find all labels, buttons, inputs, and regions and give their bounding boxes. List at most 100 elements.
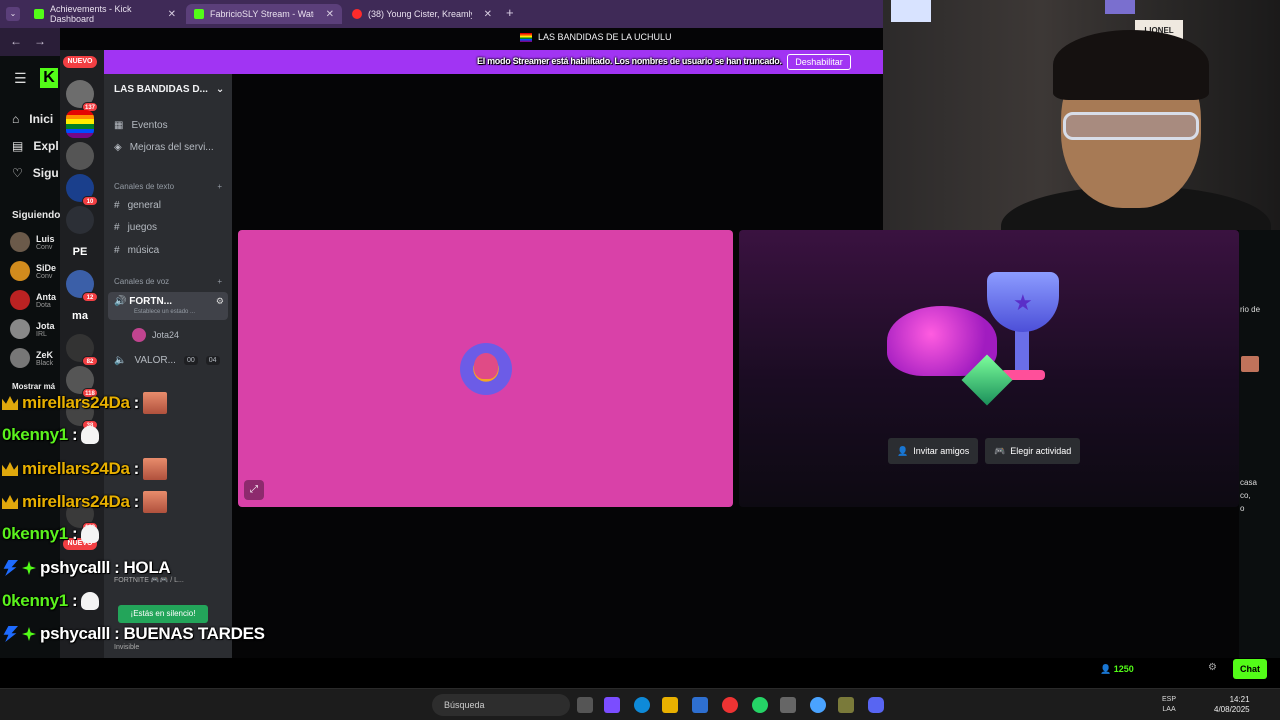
chat-text: BUENAS TARDES [123,624,265,643]
kick-nav-explore[interactable]: ▤ Expl [12,139,59,153]
close-icon[interactable]: ✕ [326,9,334,20]
invite-friends-button[interactable]: 👤 Invitar amigos [888,438,979,464]
heart-icon: ♡ [12,166,23,180]
voice-participant[interactable]: Jota24 [132,328,179,342]
server-icon[interactable]: 82 [66,334,98,366]
chrome-icon[interactable] [722,697,738,713]
add-user-icon: 👤 [897,445,909,456]
server-icon[interactable]: 12 [66,270,98,302]
server-icon[interactable] [66,206,94,234]
avatar [10,261,30,281]
channel-general[interactable]: # general [114,200,161,211]
disable-streamer-button[interactable]: Deshabilitar [787,54,851,70]
browser-icon[interactable] [810,697,826,713]
avatar [132,328,146,342]
discord-icon[interactable] [868,697,884,713]
home-icon: ⌂ [12,112,20,126]
rainbow-flag-icon [520,32,532,42]
chat-fragment: rio de [1240,305,1261,314]
kick-nav-home[interactable]: ⌂ Inici [12,112,53,126]
followed-channel[interactable]: Luis Conv [10,232,55,252]
chat-emote [143,491,167,513]
kick-chat-edge [1239,230,1280,680]
chat-message: 0kenny1: [2,524,100,544]
gear-icon[interactable]: ⚙ [1208,662,1217,673]
forward-icon[interactable]: → [34,34,46,48]
voice-channel-valor[interactable]: 🔈 VALOR... 00 04 [114,355,220,366]
browser-nav: ← → [0,28,60,56]
settings-icon[interactable]: ⚙ [216,296,224,307]
chat-username[interactable]: mirellars24Da [22,459,130,479]
voice-participant-tile[interactable]: ⤢ [238,230,733,507]
chat-separator: : [133,393,140,412]
hash-icon: # [114,200,120,211]
hamburger-icon[interactable]: ☰ [14,70,27,87]
chat-username[interactable]: 0kenny1 [2,425,68,445]
chat-username[interactable]: 0kenny1 [2,524,68,544]
close-icon[interactable]: ✕ [484,9,492,20]
server-icon[interactable]: 137 [66,80,98,112]
discord-title: LAS BANDIDAS DE LA UCHULU [520,32,672,42]
plus-icon[interactable]: + [217,277,222,286]
new-tab-icon[interactable]: + [506,5,514,20]
calendar-icon: ▦ [114,120,124,131]
language-indicator[interactable]: ESP LAA [1162,695,1176,715]
star-icon: ★ [1013,290,1033,315]
chat-message: pshycalll: HOLA [2,558,171,578]
text-category[interactable]: Canales de texto + [114,182,222,191]
channel-juegos[interactable]: # juegos [114,222,157,233]
plus-icon[interactable]: + [217,182,222,191]
chat-separator: : [133,459,140,478]
tab-kick-dashboard[interactable]: Achievements - Kick Dashboard ✕ [26,4,184,24]
server-icon-current[interactable] [66,110,94,138]
chat-separator: : [71,524,78,543]
edge-icon[interactable] [634,697,650,713]
chat-button[interactable]: Chat [1233,659,1267,679]
copilot-icon[interactable] [604,697,620,713]
channel-musica[interactable]: # música [114,245,159,256]
voice-channel-active[interactable]: 🔊 FORTN... Establece un estado ... ⚙ [108,292,228,320]
server-icon[interactable] [66,142,94,170]
back-icon[interactable]: ← [10,34,22,48]
chat-username[interactable]: pshycalll [40,558,110,578]
followed-channel[interactable]: Anta Dota [10,290,56,310]
voice-category[interactable]: Canales de voz + [114,277,222,286]
chat-username[interactable]: pshycalll [40,624,110,644]
screen: ⌄ Achievements - Kick Dashboard ✕ Fabric… [0,0,1280,720]
server-icon[interactable]: 10 [66,174,98,206]
glasses [1063,112,1199,140]
chat-username[interactable]: 0kenny1 [2,591,68,611]
followed-channel[interactable]: Jota IRL [10,319,55,339]
followed-channel[interactable]: ZeK Black [10,348,53,368]
chat-username[interactable]: mirellars24Da [22,492,130,512]
pop-out-icon[interactable]: ⤢ [244,480,264,500]
guild-header[interactable]: LAS BANDIDAS D... ⌄ [114,84,224,95]
chat-username[interactable]: mirellars24Da [22,393,130,413]
app-icon[interactable] [780,697,796,713]
task-view-icon[interactable] [577,697,593,713]
tab-youtube[interactable]: (38) Young Cister, Kreamly - Ol ✕ [344,4,500,24]
hash-icon: # [114,245,120,256]
server-icon[interactable]: PE [66,238,94,266]
whatsapp-icon[interactable] [752,697,768,713]
taskbar-search[interactable]: Búsqueda [432,694,570,716]
nav-boosts[interactable]: ◈ Mejoras del servi... [114,142,214,153]
store-icon[interactable] [692,697,708,713]
tab-menu-icon[interactable]: ⌄ [6,7,20,21]
show-more-link[interactable]: Mostrar má [12,382,55,391]
nav-events[interactable]: ▦ Eventos [114,120,168,131]
kick-nav-following[interactable]: ♡ Sigu [12,166,59,180]
hash-icon: # [114,222,120,233]
chat-fragment: co, [1240,491,1251,500]
choose-activity-button[interactable]: 🎮 Elegir actividad [985,438,1081,464]
tab-fabriciosly-stream[interactable]: FabricioSLY Stream - Watch Live ✕ [186,4,342,24]
followed-channel[interactable]: SiDe Conv [10,261,56,281]
server-icon[interactable]: ma [66,302,94,330]
kick-logo[interactable]: K [40,68,58,88]
chat-message: mirellars24Da: [2,491,167,513]
explorer-icon[interactable] [662,697,678,713]
app-icon[interactable] [838,697,854,713]
clock[interactable]: 14:21 4/08/2025 [1214,695,1250,715]
server-icon[interactable]: 118 [66,366,98,398]
close-icon[interactable]: ✕ [168,9,176,20]
